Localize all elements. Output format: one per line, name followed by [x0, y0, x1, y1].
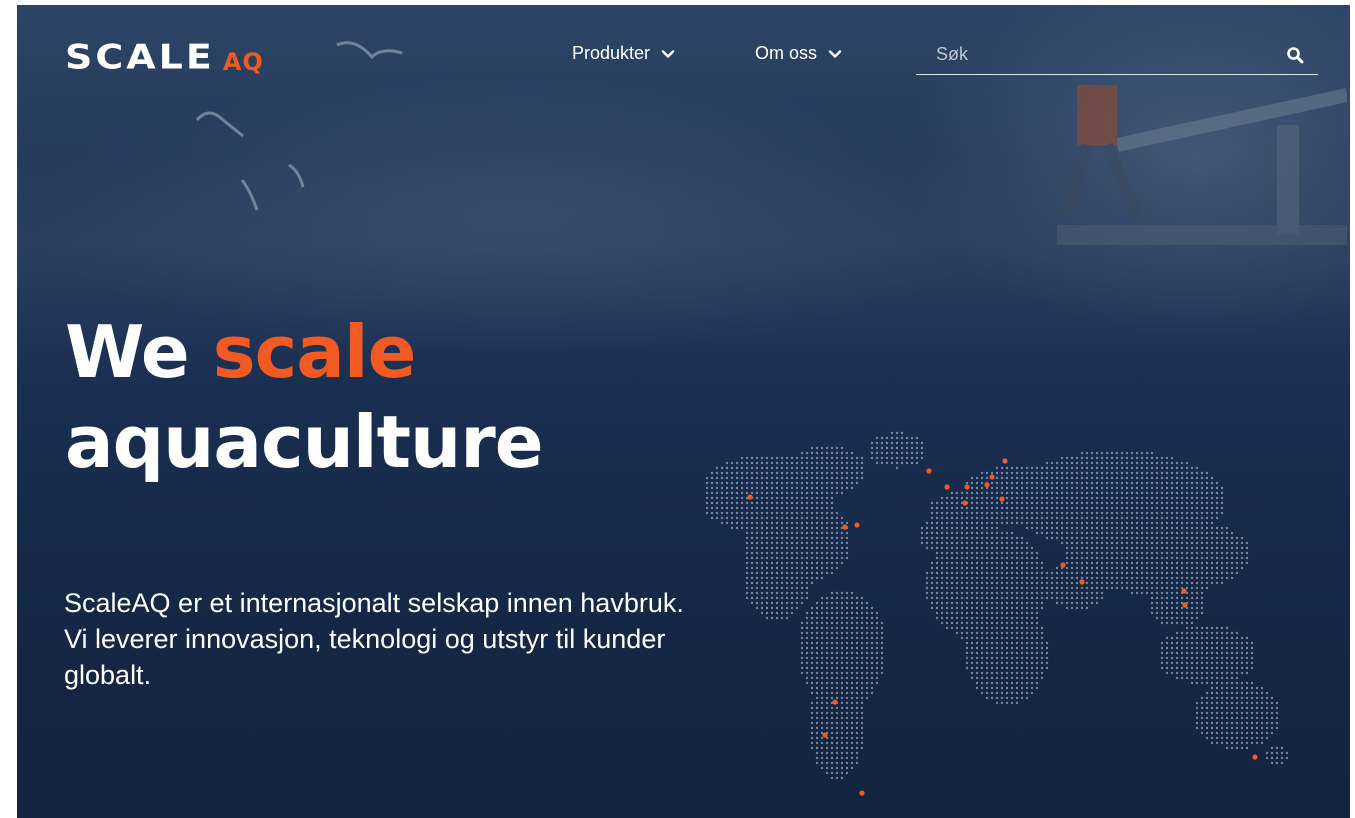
- headline-line-2: aquaculture: [65, 400, 544, 484]
- search-input[interactable]: [916, 34, 1276, 74]
- chevron-down-icon: [661, 49, 675, 58]
- vessel-image: [1057, 85, 1347, 245]
- nav-om-oss[interactable]: Om oss: [755, 43, 843, 64]
- headline-word: We: [65, 310, 190, 394]
- search-bar: [916, 34, 1318, 75]
- hero-lead-text: ScaleAQ er et internasjonalt selskap inn…: [64, 588, 684, 690]
- nav-produkter[interactable]: Produkter: [572, 43, 676, 64]
- hero-section: SCALE AQ Produkter Om oss We scale aquac…: [17, 5, 1350, 818]
- chevron-down-icon: [828, 49, 842, 58]
- headline-accent: scale: [212, 310, 417, 394]
- logo-wordmark: SCALE: [65, 37, 215, 77]
- nav-produkter-label: Produkter: [572, 43, 651, 63]
- search-icon[interactable]: [1286, 46, 1304, 64]
- logo-accent: AQ: [222, 48, 264, 76]
- nav-om-oss-label: Om oss: [755, 43, 818, 63]
- headline-line-1: We scale: [65, 307, 543, 397]
- world-map-image: [705, 431, 1289, 796]
- hero-headline: We scale aquaculture: [65, 307, 544, 487]
- scaleaq-logo[interactable]: SCALE AQ: [65, 35, 264, 75]
